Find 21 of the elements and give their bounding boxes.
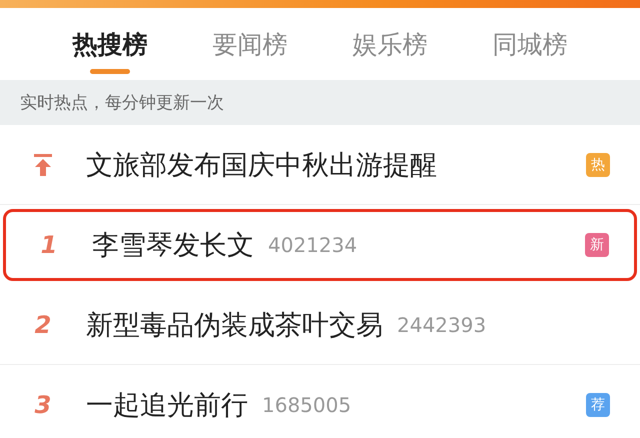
topic-title: 李雪琴发长文 <box>92 229 254 263</box>
list-row[interactable]: 1 李雪琴发长文 4021234 新 <box>3 209 637 281</box>
topic-title: 一起追光前行 <box>86 388 248 422</box>
pin-top-icon <box>33 152 53 176</box>
heat-count: 4021234 <box>268 233 358 257</box>
heat-count: 1685005 <box>262 392 352 416</box>
topic-tag: 热 <box>586 152 610 176</box>
heat-count: 2442393 <box>397 312 486 336</box>
tab-indicator <box>90 69 130 74</box>
rank-number: 2 <box>34 310 52 338</box>
rank-number: 3 <box>34 390 52 418</box>
list-row[interactable]: 2 新型毒品伪装成茶叶交易 2442393 <box>0 285 640 365</box>
notice-text: 实时热点，每分钟更新一次 <box>20 92 224 114</box>
topic-tag: 荐 <box>586 392 610 416</box>
rank-number: 1 <box>40 231 58 259</box>
list-row[interactable]: 文旅部发布国庆中秋出游提醒 热 <box>0 125 640 205</box>
tab[interactable]: 热搜榜 <box>66 8 154 80</box>
list-row[interactable]: 3 一起追光前行 1685005 荐 <box>0 365 640 438</box>
topic-title: 文旅部发布国庆中秋出游提醒 <box>86 148 437 182</box>
topic-title: 新型毒品伪装成茶叶交易 <box>86 308 383 342</box>
topic-tag: 新 <box>585 233 609 257</box>
